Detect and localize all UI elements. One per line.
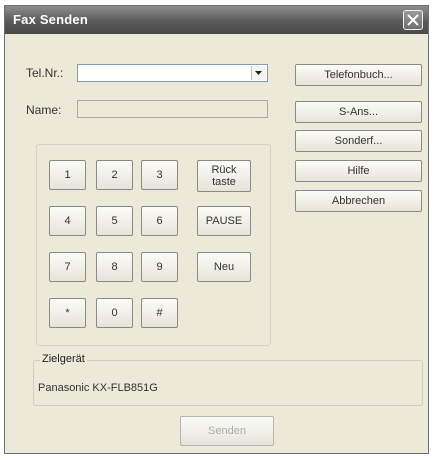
backspace-label-line2: taste <box>212 176 236 188</box>
target-device-value: Panasonic KX-FLB851G <box>38 382 158 394</box>
close-icon <box>407 14 419 26</box>
tel-label: Tel.Nr.: <box>26 66 64 80</box>
window-title: Fax Senden <box>13 12 88 27</box>
special-functions-button[interactable]: Sonderf... <box>295 130 422 152</box>
pause-button[interactable]: PAUSE <box>197 206 251 236</box>
tel-number-dropdown-button[interactable] <box>251 66 266 80</box>
cancel-button[interactable]: Abbrechen <box>295 190 422 212</box>
key-4-button[interactable]: 4 <box>49 206 86 236</box>
send-button[interactable]: Senden <box>180 416 274 446</box>
key-hash-button[interactable]: # <box>141 298 178 328</box>
key-5-button[interactable]: 5 <box>96 206 133 236</box>
name-field[interactable] <box>77 100 268 118</box>
key-2-button[interactable]: 2 <box>96 160 133 190</box>
target-device-label: Zielgerät <box>40 353 87 365</box>
name-label: Name: <box>26 103 62 117</box>
help-button[interactable]: Hilfe <box>295 160 422 182</box>
key-3-button[interactable]: 3 <box>141 160 178 190</box>
new-button[interactable]: Neu <box>197 252 251 282</box>
key-1-button[interactable]: 1 <box>49 160 86 190</box>
backspace-label-line1: Rück <box>211 164 237 176</box>
key-7-button[interactable]: 7 <box>49 252 86 282</box>
close-button[interactable] <box>403 10 423 30</box>
fax-send-dialog: Fax Senden Tel.Nr.: Name: 1 2 3 Rück tas… <box>4 5 429 454</box>
tel-number-combobox[interactable] <box>77 64 268 82</box>
s-ans-button[interactable]: S-Ans... <box>295 101 422 123</box>
phonebook-button[interactable]: Telefonbuch... <box>295 64 422 86</box>
chevron-down-icon <box>255 71 262 75</box>
key-9-button[interactable]: 9 <box>141 252 178 282</box>
key-star-button[interactable]: * <box>49 298 86 328</box>
key-6-button[interactable]: 6 <box>141 206 178 236</box>
target-device-group: Zielgerät Panasonic KX-FLB851G <box>33 353 423 406</box>
key-8-button[interactable]: 8 <box>96 252 133 282</box>
key-0-button[interactable]: 0 <box>96 298 133 328</box>
backspace-button[interactable]: Rück taste <box>197 160 251 192</box>
title-bar[interactable]: Fax Senden <box>5 6 428 34</box>
